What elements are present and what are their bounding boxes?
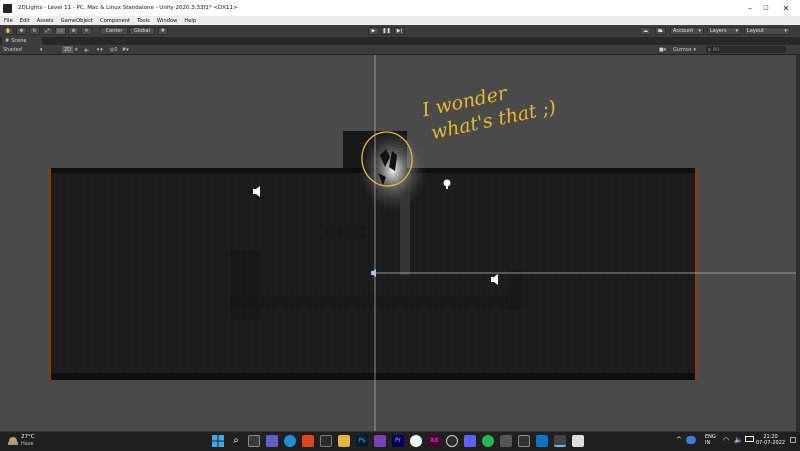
move-tool-icon[interactable]: ✥ xyxy=(16,27,27,35)
grid-toggle-icon[interactable]: #▾ xyxy=(122,46,129,53)
hidden-objects-icon[interactable]: ◎0 xyxy=(110,46,118,53)
audio-toggle-icon[interactable]: 🔈 xyxy=(84,46,90,53)
grid-snap-icon[interactable]: # xyxy=(158,27,168,35)
right-wall-edge xyxy=(695,168,698,380)
menu-tools[interactable]: Tools xyxy=(137,18,150,24)
visual-studio-icon[interactable] xyxy=(374,435,386,447)
account-dropdown[interactable]: Account ▾ xyxy=(670,27,704,35)
pause-button[interactable]: ❚❚ xyxy=(381,27,392,35)
chevron-down-icon: ▾ xyxy=(698,28,701,34)
search-icon[interactable]: ⌕ xyxy=(230,435,242,447)
epic-games-icon[interactable] xyxy=(320,435,332,447)
menu-gameobject[interactable]: GameObject xyxy=(61,18,93,24)
menu-assets[interactable]: Assets xyxy=(37,18,54,24)
terminal-icon[interactable] xyxy=(500,435,512,447)
grid-icon: # xyxy=(5,38,10,44)
github-icon[interactable] xyxy=(446,435,458,447)
level-geometry xyxy=(48,128,698,380)
custom-tool-icon[interactable]: ✕ xyxy=(81,27,92,35)
photoshop-icon[interactable]: Ps xyxy=(356,435,368,447)
hand-tool-icon[interactable]: ✋ xyxy=(3,27,14,35)
tab-scene[interactable]: # Scene xyxy=(2,37,42,45)
volume-icon[interactable]: 🔈 xyxy=(734,436,743,444)
2d-toggle[interactable]: 2D xyxy=(62,46,74,53)
play-button[interactable]: ▶ xyxy=(368,27,379,35)
notification-icon[interactable] xyxy=(790,437,796,443)
calculator-icon[interactable] xyxy=(518,435,530,447)
snipping-tool-icon[interactable] xyxy=(572,435,584,447)
menu-file[interactable]: File xyxy=(4,18,13,24)
premiere-pro-icon[interactable]: Pr xyxy=(392,435,404,447)
language-indicator[interactable]: ENG IN xyxy=(705,434,716,446)
cloud-icon[interactable]: ⛅ xyxy=(655,27,666,35)
transform-tool-icon[interactable]: ⊕ xyxy=(68,27,79,35)
chrome-icon[interactable] xyxy=(410,435,422,447)
chevron-down-icon: ▾ xyxy=(39,46,43,53)
shading-mode-dropdown[interactable]: Shaded ▾ xyxy=(3,46,42,53)
light-glow xyxy=(359,128,427,212)
onedrive-icon[interactable] xyxy=(686,436,696,444)
menu-component[interactable]: Component xyxy=(100,18,130,24)
close-button[interactable]: ✕ xyxy=(776,0,796,16)
camera-icon[interactable]: ■▾ xyxy=(659,46,666,53)
window-title: 2DLights - Level 11 - PC, Mac & Linux St… xyxy=(18,5,238,11)
chevron-down-icon: ▾ xyxy=(735,28,738,34)
rect-tool-icon[interactable]: ▭ xyxy=(55,27,66,35)
adobe-xd-icon[interactable]: Xd xyxy=(428,435,440,447)
menu-window[interactable]: Window xyxy=(157,18,177,24)
file-explorer-icon[interactable] xyxy=(338,435,350,447)
battery-icon[interactable] xyxy=(745,436,754,442)
clock[interactable]: 21:20 07-07-2022 xyxy=(756,434,785,446)
lit-column xyxy=(400,195,410,275)
layout-dropdown[interactable]: Layout ▾ xyxy=(744,27,790,35)
wifi-icon[interactable]: ◠ xyxy=(723,436,729,444)
left-wall-edge xyxy=(48,168,51,380)
gizmos-dropdown[interactable]: Gizmos ▾ xyxy=(673,46,696,53)
search-icon: ⌕ xyxy=(708,46,711,53)
vscode-icon[interactable] xyxy=(536,435,548,447)
step-button[interactable]: ▶| xyxy=(394,27,405,35)
tray-overflow-icon[interactable]: ^ xyxy=(676,436,682,444)
menu-help[interactable]: Help xyxy=(184,18,196,24)
spotify-icon[interactable] xyxy=(482,435,494,447)
edge-icon[interactable] xyxy=(284,435,296,447)
task-view-icon[interactable] xyxy=(248,435,260,447)
scene-control-bar: Shaded ▾ 2D ☀ 🔈 ✦▾ ◎0 #▾ ■▾ Gizmos ▾ ⌕ All xyxy=(0,45,800,55)
scene-canvas xyxy=(48,55,796,431)
lighting-toggle-icon[interactable]: ☀ xyxy=(74,46,78,53)
rotate-tool-icon[interactable]: ↻ xyxy=(29,27,40,35)
space-global-toggle[interactable]: Global xyxy=(129,27,155,35)
pivot-center-toggle[interactable]: Center xyxy=(100,27,128,35)
teams-icon[interactable] xyxy=(266,435,278,447)
brave-icon[interactable] xyxy=(302,435,314,447)
weather-icon[interactable] xyxy=(8,436,18,446)
title-bar: 2DLights - Level 11 - PC, Mac & Linux St… xyxy=(0,0,800,16)
menu-bar: File Edit Assets GameObject Component To… xyxy=(0,16,800,25)
discord-icon[interactable] xyxy=(464,435,476,447)
maximize-button[interactable]: ☐ xyxy=(756,0,776,16)
scene-tab-strip: # Scene xyxy=(0,37,800,45)
unity-app-icon xyxy=(3,3,12,13)
weather-description[interactable]: Haze xyxy=(21,441,34,447)
effects-toggle-icon[interactable]: ✦▾ xyxy=(96,46,103,53)
chevron-down-icon: ▾ xyxy=(693,46,696,53)
windows-taskbar: 27°C Haze ⌕ Ps Pr Xd ^ ENG IN ◠ 🔈 21:20 … xyxy=(0,431,800,451)
unity-taskbar-icon[interactable] xyxy=(554,435,566,447)
weather-temperature[interactable]: 27°C xyxy=(21,434,35,440)
chevron-down-icon: ▾ xyxy=(784,28,787,34)
layers-dropdown[interactable]: Layers ▾ xyxy=(707,27,741,35)
scene-viewport[interactable]: I wonder what's that ;) xyxy=(0,55,796,431)
menu-edit[interactable]: Edit xyxy=(20,18,30,24)
scale-tool-icon[interactable]: ⤢ xyxy=(42,27,53,35)
clock-date: 07-07-2022 xyxy=(756,440,786,446)
windows-start-icon[interactable] xyxy=(212,435,224,447)
viewport-scrollbar[interactable] xyxy=(796,55,800,431)
collab-icon[interactable]: ☁ xyxy=(640,27,651,35)
scene-search-input[interactable]: ⌕ All xyxy=(706,46,786,53)
